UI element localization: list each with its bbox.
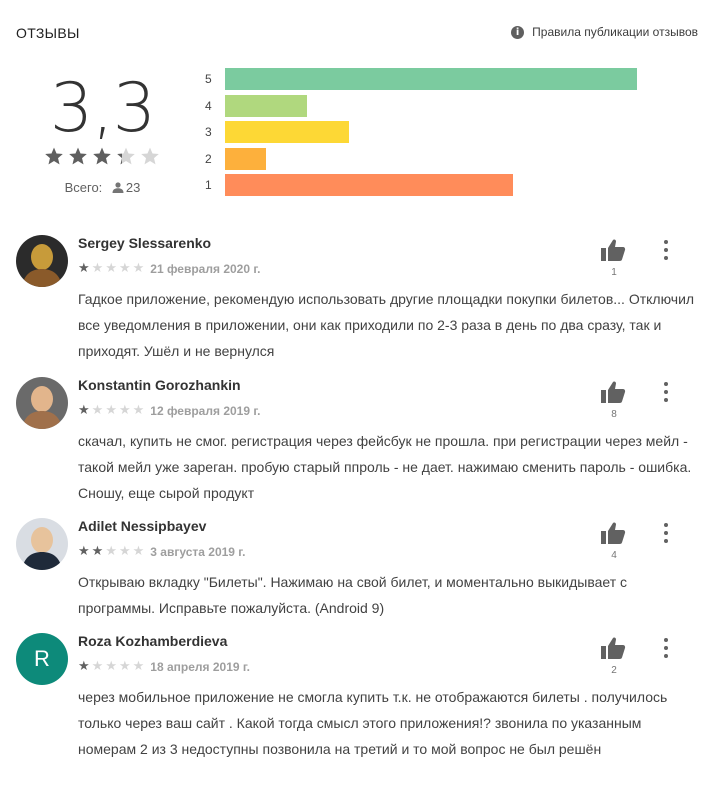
review-text: Гадкое приложение, рекомендую использова…	[78, 291, 695, 359]
star-icon	[138, 146, 162, 166]
review-date: 12 февраля 2019 г.	[150, 404, 261, 418]
histogram-label: 5	[205, 72, 212, 86]
average-score: 3,3	[49, 69, 156, 148]
star-icon	[114, 146, 138, 166]
histogram-bar	[225, 147, 266, 170]
avatar[interactable]: R	[16, 633, 68, 685]
thumbs-up-icon[interactable]	[600, 238, 628, 264]
review-stars: ★ ★ ★ ★ ★	[78, 545, 146, 559]
thumbs-up-icon[interactable]	[600, 521, 628, 547]
like-count: 1	[611, 267, 617, 278]
review-text: Открываю вкладку "Билеты". Нажимаю на св…	[78, 574, 628, 616]
star-icon	[90, 146, 114, 166]
review-date: 18 апреля 2019 г.	[150, 660, 251, 674]
more-vert-icon[interactable]	[656, 380, 676, 404]
review-policy-label: Правила публикации отзывов	[532, 25, 698, 39]
star-icon: ★	[78, 544, 90, 559]
histogram-label: 3	[205, 125, 212, 139]
star-icon: ★	[118, 659, 131, 674]
like-count: 4	[611, 550, 617, 561]
histogram-label: 2	[205, 151, 212, 166]
star-icon: ★	[118, 544, 131, 559]
star-icon: ★	[91, 659, 104, 674]
thumbs-up-icon[interactable]	[600, 636, 628, 662]
histogram-bar	[225, 174, 513, 196]
average-stars	[42, 146, 162, 166]
avatar[interactable]	[16, 235, 68, 287]
avatar[interactable]	[16, 377, 68, 429]
star-icon: ★	[118, 403, 131, 418]
total-reviews: Всего: 23	[0, 180, 205, 195]
star-icon: ★	[132, 261, 145, 276]
more-vert-icon[interactable]	[656, 636, 676, 660]
reviews-heading: ОТЗЫВЫ	[16, 25, 80, 41]
star-icon: ★	[105, 403, 117, 418]
star-icon: ★	[91, 261, 104, 276]
more-vert-icon[interactable]	[656, 521, 676, 545]
reviewer-name: Roza Kozhamberdieva	[78, 633, 228, 649]
thumbs-up-icon[interactable]	[600, 380, 628, 406]
review-stars: ★ ★ ★ ★ ★	[78, 262, 146, 276]
review-date: 21 февраля 2020 г.	[150, 262, 261, 276]
histogram-label: 1	[205, 178, 212, 192]
review-meta: ★ ★ ★ ★ ★ 3 августа 2019 г.	[78, 545, 246, 560]
total-count: 23	[125, 180, 141, 195]
star-icon: ★	[105, 261, 117, 276]
star-icon: ★	[105, 544, 117, 559]
review-meta: ★ ★ ★ ★ ★ 18 апреля 2019 г.	[78, 660, 251, 675]
star-icon	[42, 146, 66, 166]
review-meta: ★ ★ ★ ★ ★ 12 февраля 2019 г.	[78, 404, 261, 419]
info-icon: i	[511, 25, 525, 39]
like-count: 8	[611, 409, 617, 420]
star-icon: ★	[132, 544, 145, 559]
review-date: 3 августа 2019 г.	[150, 545, 246, 559]
histogram-row-3: 3	[205, 121, 349, 143]
histogram-bar	[225, 121, 349, 143]
review-meta: ★ ★ ★ ★ ★ 21 февраля 2020 г.	[78, 262, 261, 277]
star-icon: ★	[78, 659, 90, 674]
histogram-row-4: 4	[205, 94, 307, 117]
star-icon: ★	[78, 261, 90, 276]
histogram-bar	[225, 68, 637, 90]
histogram-row-1: 1	[205, 174, 513, 196]
review-text: через мобильное приложение не смогла куп…	[78, 689, 668, 757]
review-stars: ★ ★ ★ ★ ★	[78, 404, 146, 418]
total-label: Всего:	[64, 180, 103, 195]
histogram-row-5: 5	[205, 68, 637, 90]
review-text: скачал, купить не смог. регистрация чере…	[78, 433, 692, 501]
star-icon: ★	[91, 544, 104, 559]
star-icon: ★	[91, 403, 104, 418]
rating-summary: 3,3 Всего: 23	[0, 60, 205, 195]
star-icon: ★	[118, 261, 131, 276]
avatar[interactable]	[16, 518, 68, 570]
person-icon	[112, 182, 124, 193]
star-icon: ★	[105, 659, 117, 674]
reviewer-name: Adilet Nessipbayev	[78, 518, 207, 534]
histogram-row-2: 2	[205, 147, 266, 170]
star-icon: ★	[132, 659, 145, 674]
star-icon	[66, 146, 90, 166]
more-vert-icon[interactable]	[656, 238, 676, 262]
review-policy-link[interactable]: i Правила публикации отзывов	[511, 25, 698, 39]
histogram-label: 4	[205, 98, 212, 113]
reviewer-name: Sergey Slessarenko	[78, 235, 212, 251]
like-count: 2	[611, 665, 617, 676]
reviewer-name: Konstantin Gorozhankin	[78, 377, 241, 393]
histogram-bar	[225, 94, 307, 117]
star-icon: ★	[132, 403, 145, 418]
star-icon: ★	[78, 403, 90, 418]
review-stars: ★ ★ ★ ★ ★	[78, 660, 146, 674]
